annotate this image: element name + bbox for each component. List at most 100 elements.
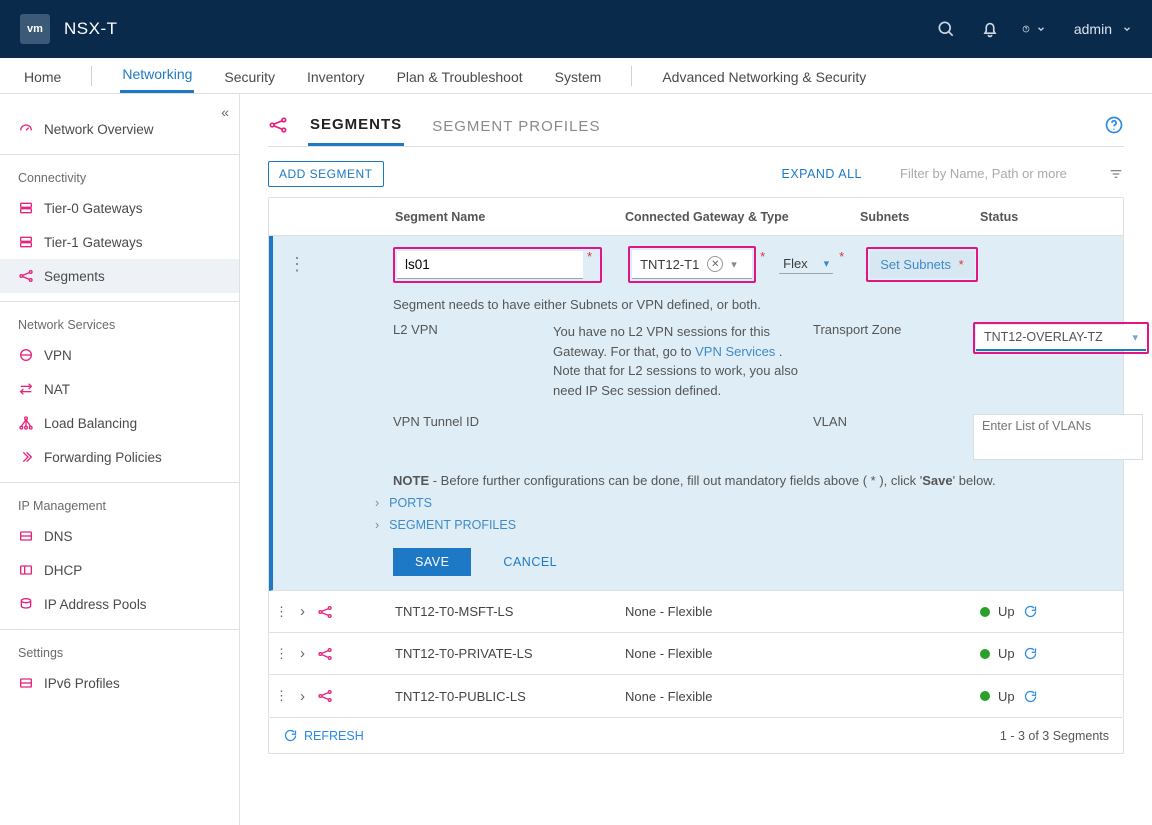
segment-name-cell: TNT12-T0-PUBLIC-LS [389, 689, 619, 704]
refresh-row-icon[interactable] [1023, 646, 1038, 661]
chevron-right-icon: › [375, 518, 379, 532]
sidebar-label: Forwarding Policies [44, 450, 162, 465]
tab-security[interactable]: Security [222, 61, 277, 93]
dhcp-icon [18, 562, 34, 578]
cancel-button[interactable]: CANCEL [497, 554, 563, 570]
expand-row-icon[interactable]: › [300, 645, 305, 662]
table-row: ⋮ › TNT12-T0-PUBLIC-LS None - Flexible U… [269, 675, 1123, 717]
segment-profiles-section[interactable]: › SEGMENT PROFILES [375, 518, 1113, 532]
sidebar-label: Tier-1 Gateways [44, 235, 143, 250]
sidebar-item-dhcp[interactable]: DHCP [0, 553, 239, 587]
chevron-down-icon[interactable] [1122, 24, 1132, 34]
row-actions-menu[interactable]: ⋮ [283, 254, 311, 275]
save-button[interactable]: SAVE [393, 548, 471, 576]
sidebar-item-segments[interactable]: Segments [0, 259, 239, 293]
tab-home[interactable]: Home [22, 61, 63, 93]
sidebar-item-lb[interactable]: Load Balancing [0, 406, 239, 440]
table-row: ⋮ › TNT12-T0-PRIVATE-LS None - Flexible … [269, 633, 1123, 675]
sidebar-item-tier1[interactable]: Tier-1 Gateways [0, 225, 239, 259]
vlan-input[interactable] [973, 414, 1143, 460]
status-text: Up [998, 646, 1015, 661]
expand-row-icon[interactable]: › [300, 603, 305, 620]
segments-grid: Segment Name Connected Gateway & Type Su… [268, 197, 1124, 718]
refresh-row-icon[interactable] [1023, 604, 1038, 619]
sidebar-item-tier0[interactable]: Tier-0 Gateways [0, 191, 239, 225]
sidebar-label: Tier-0 Gateways [44, 201, 143, 216]
sidebar-group-ip: IP Management [0, 491, 239, 519]
sidebar-group-connectivity: Connectivity [0, 163, 239, 191]
l2vpn-text: You have no L2 VPN sessions for this Gat… [553, 322, 813, 400]
collapse-sidebar-icon[interactable]: « [221, 104, 229, 120]
segments-icon [317, 604, 333, 620]
tab-plan[interactable]: Plan & Troubleshoot [395, 61, 525, 93]
sidebar-item-forwarding[interactable]: Forwarding Policies [0, 440, 239, 474]
vpn-tunnel-id-label: VPN Tunnel ID [393, 414, 553, 429]
filter-input[interactable] [898, 165, 1098, 183]
row-actions-menu[interactable]: ⋮ [275, 646, 288, 662]
segment-edit-row: ⋮ * TNT12-T1 ✕ ▾ * [269, 236, 1123, 591]
status-dot-icon [980, 607, 990, 617]
ports-section[interactable]: ›PORTS [375, 496, 1113, 510]
table-row: ⋮ › TNT12-T0-MSFT-LS None - Flexible Up [269, 591, 1123, 633]
col-gateway[interactable]: Connected Gateway & Type [619, 210, 854, 224]
gateway-cell: None - Flexible [619, 689, 854, 704]
sidebar-item-ippools[interactable]: IP Address Pools [0, 587, 239, 621]
segment-name-cell: TNT12-T0-MSFT-LS [389, 604, 619, 619]
sidebar-label: IPv6 Profiles [44, 676, 120, 691]
clear-icon[interactable]: ✕ [707, 256, 723, 272]
required-marker: * [839, 249, 844, 264]
user-menu[interactable]: admin [1074, 21, 1112, 37]
tab-inventory[interactable]: Inventory [305, 61, 367, 93]
segment-profiles-label: SEGMENT PROFILES [389, 518, 516, 532]
expand-row-icon[interactable]: › [300, 688, 305, 705]
tab-networking[interactable]: Networking [120, 58, 194, 93]
tab-system[interactable]: System [553, 61, 604, 93]
subtab-segments[interactable]: SEGMENTS [308, 112, 404, 146]
refresh-row-icon[interactable] [1023, 689, 1038, 704]
sidebar-label: Load Balancing [44, 416, 137, 431]
add-segment-button[interactable]: ADD SEGMENT [268, 161, 384, 187]
col-status[interactable]: Status [974, 210, 1123, 224]
row-actions-menu[interactable]: ⋮ [275, 604, 288, 620]
tab-separator [631, 66, 632, 86]
segments-icon [18, 268, 34, 284]
sidebar-item-ipv6[interactable]: IPv6 Profiles [0, 666, 239, 700]
segments-icon [268, 115, 288, 143]
logo-box: vm [20, 14, 50, 44]
segment-type-select[interactable]: Flex ▾ [779, 256, 833, 274]
gateway-icon [18, 234, 34, 250]
set-subnets-link[interactable]: Set Subnets * [870, 251, 974, 278]
segment-name-input[interactable] [397, 251, 583, 279]
expand-all-button[interactable]: EXPAND ALL [781, 167, 862, 181]
status-dot-icon [980, 691, 990, 701]
sidebar-group-services: Network Services [0, 310, 239, 338]
help-icon[interactable] [1104, 115, 1124, 143]
vpn-services-link[interactable]: VPN Services [695, 344, 775, 359]
connected-gateway-select[interactable]: TNT12-T1 ✕ ▾ [632, 250, 752, 279]
help-icon[interactable] [1022, 17, 1046, 41]
bell-icon[interactable] [978, 17, 1002, 41]
chevron-down-icon: ▾ [824, 257, 830, 270]
tab-advanced[interactable]: Advanced Networking & Security [660, 61, 868, 93]
l2vpn-label: L2 VPN [393, 322, 553, 337]
segments-icon [317, 688, 333, 704]
sidebar-item-dns[interactable]: DNS [0, 519, 239, 553]
sidebar-item-nat[interactable]: NAT [0, 372, 239, 406]
sidebar-item-vpn[interactable]: VPN [0, 338, 239, 372]
sidebar-item-overview[interactable]: Network Overview [0, 112, 239, 146]
transport-zone-select[interactable]: TNT12-OVERLAY-TZ ▾ [976, 325, 1146, 351]
col-subnets[interactable]: Subnets [854, 210, 974, 224]
search-icon[interactable] [934, 17, 958, 41]
row-actions-menu[interactable]: ⋮ [275, 688, 288, 704]
toolbar: ADD SEGMENT EXPAND ALL [268, 161, 1124, 187]
grid-header: Segment Name Connected Gateway & Type Su… [269, 198, 1123, 236]
subtab-segment-profiles[interactable]: SEGMENT PROFILES [430, 114, 602, 145]
sidebar-label: Network Overview [44, 122, 154, 137]
filter-icon[interactable] [1108, 166, 1124, 182]
sidebar-label: VPN [44, 348, 72, 363]
note-text: NOTE - Before further configurations can… [393, 473, 1113, 488]
refresh-button[interactable]: REFRESH [283, 728, 364, 743]
sidebar-label: DNS [44, 529, 73, 544]
col-segment-name[interactable]: Segment Name [389, 210, 619, 224]
main-content: SEGMENTS SEGMENT PROFILES ADD SEGMENT EX… [240, 94, 1152, 825]
